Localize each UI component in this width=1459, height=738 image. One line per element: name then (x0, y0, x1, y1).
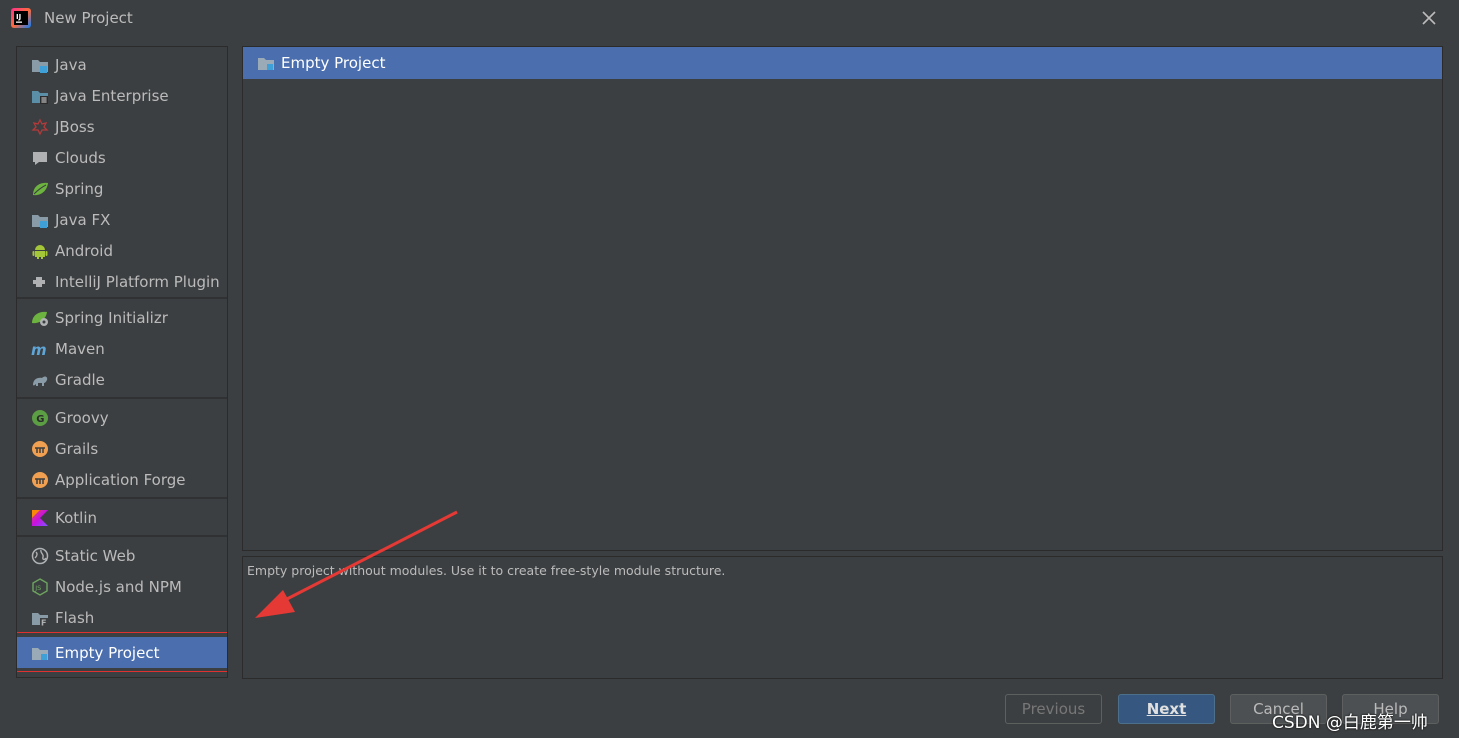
next-button-label: Next (1146, 700, 1187, 718)
sidebar-item-label: JBoss (55, 117, 95, 136)
java-enterprise-icon (32, 90, 48, 104)
application-forge-icon (32, 471, 48, 488)
grails-icon (32, 440, 48, 457)
sidebar-item-label: Java Enterprise (55, 86, 169, 105)
sidebar-item-label: Node.js and NPM (55, 577, 182, 596)
window-title: New Project (44, 9, 133, 27)
plugin-icon (33, 276, 45, 287)
sidebar-item-label: Flash (55, 608, 95, 627)
sidebar-group-build: Spring Initializr m Maven Gradle (17, 299, 227, 399)
globe-icon (31, 547, 49, 564)
spring-initializr-icon (32, 311, 48, 326)
sidebar-item-label: Grails (55, 439, 99, 458)
next-button[interactable]: Next (1118, 694, 1215, 724)
spring-leaf-icon (33, 182, 48, 195)
maven-icon: m (31, 341, 47, 358)
sidebar-item-label: Maven (55, 339, 105, 358)
template-item-empty-project[interactable]: Empty Project (243, 47, 1442, 79)
sidebar-item-label: Application Forge (55, 470, 186, 489)
sidebar-item-spring-initializr[interactable]: Spring Initializr (17, 302, 227, 333)
sidebar-item-label: Kotlin (55, 508, 97, 527)
sidebar-item-javafx[interactable]: Java FX (17, 204, 227, 235)
sidebar-item-flash[interactable]: F Flash (17, 602, 227, 633)
sidebar-item-android[interactable]: Android (17, 235, 227, 266)
close-icon[interactable] (1420, 9, 1438, 27)
sidebar-item-label: Gradle (55, 370, 105, 389)
java-folder-icon (32, 59, 48, 73)
template-item-label: Empty Project (281, 54, 386, 72)
sidebar-item-label: Groovy (55, 408, 109, 427)
svg-text:JS: JS (34, 584, 41, 592)
jboss-icon (31, 118, 49, 135)
empty-project-folder-icon (258, 58, 274, 70)
sidebar-item-label: IntelliJ Platform Plugin (55, 272, 220, 291)
previous-button[interactable]: Previous (1005, 694, 1102, 724)
flash-folder-icon: F (32, 612, 48, 627)
javafx-folder-icon (32, 214, 48, 228)
sidebar-item-spring[interactable]: Spring (17, 173, 227, 204)
sidebar-item-static-web[interactable]: Static Web (17, 540, 227, 571)
sidebar-group-groovy: G Groovy Grails Application Forge (17, 399, 227, 499)
cancel-button[interactable]: Cancel (1230, 694, 1327, 724)
svg-text:F: F (41, 618, 46, 627)
title-bar: IJ New Project (0, 0, 1459, 36)
sidebar-item-jboss[interactable]: JBoss (17, 111, 227, 142)
sidebar-item-kotlin[interactable]: Kotlin (17, 502, 227, 533)
template-description: Empty project without modules. Use it to… (242, 556, 1443, 679)
sidebar-item-label: Empty Project (55, 643, 160, 662)
sidebar-item-label: Java (55, 55, 87, 74)
sidebar-item-grails[interactable]: Grails (17, 433, 227, 464)
nodejs-icon: JS (32, 577, 48, 596)
sidebar-item-clouds[interactable]: Clouds (17, 142, 227, 173)
sidebar-item-java-enterprise[interactable]: Java Enterprise (17, 80, 227, 111)
help-button[interactable]: Help (1342, 694, 1439, 724)
groovy-icon: G (32, 409, 48, 426)
empty-project-folder-icon (32, 647, 48, 660)
sidebar-item-gradle[interactable]: Gradle (17, 364, 227, 395)
svg-text:IJ: IJ (16, 13, 21, 21)
sidebar-item-label: Android (55, 241, 113, 260)
sidebar-item-label: Java FX (55, 210, 111, 229)
sidebar-item-empty-project[interactable]: Empty Project (17, 632, 227, 672)
sidebar-item-label: Spring Initializr (55, 308, 168, 327)
sidebar-item-groovy[interactable]: G Groovy (17, 402, 227, 433)
sidebar-group-web: Static Web JS Node.js and NPM F Flash Em… (17, 537, 227, 672)
sidebar-item-intellij-plugin[interactable]: IntelliJ Platform Plugin (17, 266, 227, 297)
intellij-app-icon: IJ (11, 8, 31, 28)
sidebar-item-nodejs[interactable]: JS Node.js and NPM (17, 571, 227, 602)
sidebar-item-maven[interactable]: m Maven (17, 333, 227, 364)
sidebar-item-label: Static Web (55, 546, 136, 565)
sidebar-item-java[interactable]: Java (17, 49, 227, 80)
sidebar-group-kotlin: Kotlin (17, 499, 227, 537)
sidebar-item-label: Spring (55, 179, 104, 198)
sidebar-group-java: Java Java Enterprise JBoss Clouds Spring… (17, 47, 227, 299)
gradle-elephant-icon (33, 376, 48, 386)
project-type-list: Java Java Enterprise JBoss Clouds Spring… (16, 46, 228, 678)
clouds-icon (33, 151, 47, 165)
sidebar-item-label: Clouds (55, 148, 106, 167)
kotlin-icon (32, 509, 48, 526)
template-list: Empty Project (242, 46, 1443, 551)
svg-text:G: G (36, 413, 44, 424)
svg-text:m: m (31, 341, 47, 358)
sidebar-item-application-forge[interactable]: Application Forge (17, 464, 227, 495)
description-text: Empty project without modules. Use it to… (247, 563, 726, 578)
android-icon (32, 244, 48, 259)
